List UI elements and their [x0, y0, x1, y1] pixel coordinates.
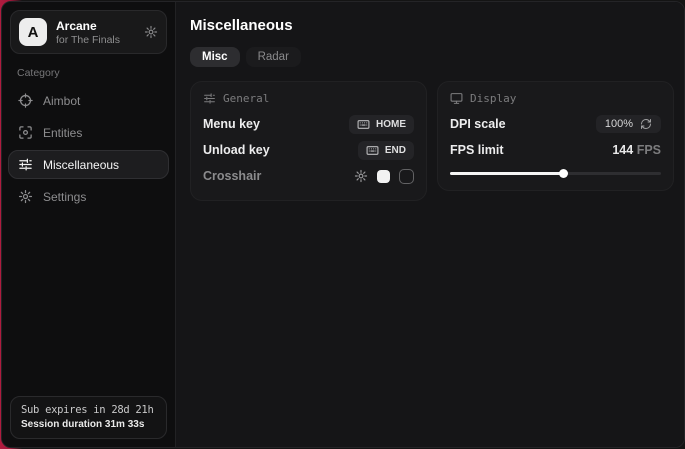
session-duration-text: Session duration 31m 33s — [21, 419, 156, 430]
fps-limit-value: 144 FPS — [612, 143, 661, 157]
keyboard-icon — [366, 144, 379, 157]
dpi-scale-select[interactable]: 100% — [596, 115, 661, 133]
app-title: Arcane — [56, 19, 120, 33]
settings-cards: General Menu key HOME — [190, 81, 674, 201]
menu-key-value: HOME — [376, 119, 406, 130]
gear-icon[interactable] — [144, 25, 158, 39]
app-window: A Arcane for The Finals Category — [1, 1, 685, 448]
sidebar: A Arcane for The Finals Category — [2, 2, 176, 447]
sidebar-item-entities[interactable]: Entities — [8, 118, 169, 147]
menu-key-bind-button[interactable]: HOME — [349, 115, 414, 134]
card-title: Display — [470, 92, 516, 105]
dpi-scale-value: 100% — [605, 118, 633, 130]
sidebar-item-label: Aimbot — [43, 94, 80, 108]
app-subtitle: for The Finals — [56, 34, 120, 46]
main-panel: Miscellaneous Misc Radar General Menu ke… — [176, 2, 685, 447]
tab-misc[interactable]: Misc — [190, 47, 240, 67]
sliders-icon — [203, 92, 216, 105]
sidebar-item-label: Entities — [43, 126, 82, 140]
scan-icon — [18, 125, 33, 140]
sidebar-item-label: Miscellaneous — [43, 158, 119, 172]
page-title: Miscellaneous — [190, 17, 674, 34]
crosshair-settings-gear-icon[interactable] — [354, 169, 368, 183]
crosshair-color-swatch[interactable] — [377, 170, 390, 183]
crosshair-checkbox[interactable] — [399, 169, 414, 184]
card-title: General — [223, 92, 269, 105]
unload-key-label: Unload key — [203, 143, 270, 157]
sidebar-item-label: Settings — [43, 190, 86, 204]
unload-key-bind-button[interactable]: END — [358, 141, 414, 160]
crosshair-row: Crosshair — [203, 164, 414, 188]
sub-expiry-text: Sub expires in 28d 21h — [21, 404, 156, 416]
fps-limit-label: FPS limit — [450, 143, 503, 157]
fps-limit-row: FPS limit 144 FPS — [450, 138, 661, 162]
display-card: Display DPI scale 100% — [437, 81, 674, 191]
app-logo: A — [19, 18, 47, 46]
unload-key-value: END — [385, 145, 406, 156]
sidebar-item-miscellaneous[interactable]: Miscellaneous — [8, 150, 169, 179]
general-card: General Menu key HOME — [190, 81, 427, 201]
unload-key-row: Unload key END — [203, 138, 414, 162]
tab-radar[interactable]: Radar — [246, 47, 301, 67]
fps-unit: FPS — [637, 143, 661, 157]
sliders-icon — [18, 157, 33, 172]
tab-bar: Misc Radar — [190, 47, 674, 67]
sidebar-item-settings[interactable]: Settings — [8, 182, 169, 211]
sidebar-nav: Aimbot Entities Miscellaneous — [2, 86, 175, 211]
menu-key-row: Menu key HOME — [203, 112, 414, 136]
subscription-info-box: Sub expires in 28d 21h Session duration … — [10, 396, 167, 439]
crosshair-icon — [18, 93, 33, 108]
cycle-icon — [640, 118, 652, 130]
slider-thumb[interactable] — [559, 169, 568, 178]
brand-card: A Arcane for The Finals — [10, 10, 167, 54]
dpi-scale-label: DPI scale — [450, 117, 506, 131]
menu-key-label: Menu key — [203, 117, 260, 131]
category-label: Category — [17, 67, 175, 79]
keyboard-icon — [357, 118, 370, 131]
dpi-scale-row: DPI scale 100% — [450, 112, 661, 136]
monitor-icon — [450, 92, 463, 105]
gear-icon — [18, 189, 33, 204]
sidebar-item-aimbot[interactable]: Aimbot — [8, 86, 169, 115]
crosshair-label: Crosshair — [203, 169, 261, 183]
fps-limit-slider[interactable] — [450, 169, 661, 178]
slider-fill — [450, 172, 564, 175]
